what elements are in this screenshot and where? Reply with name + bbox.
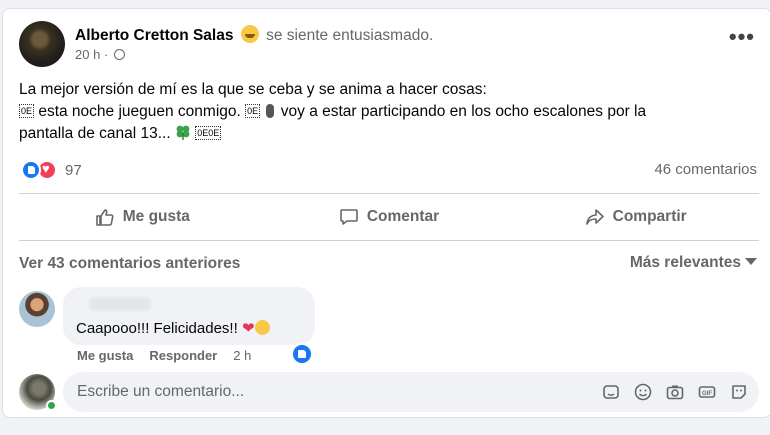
camera-icon[interactable]	[665, 382, 685, 402]
caret-down-icon	[745, 258, 757, 265]
post-text-line-2: 0E esta noche jueguen conmigo. 0E voy a …	[19, 103, 647, 120]
avatar-sticker-icon[interactable]	[729, 382, 749, 402]
post-body: La mejor versión de mí es la que se ceba…	[19, 79, 749, 145]
comment-composer[interactable]: Escribe un comentario... GIF	[63, 372, 759, 412]
sticker-icon[interactable]	[601, 382, 621, 402]
gif-icon[interactable]: GIF	[697, 382, 717, 402]
comment-time[interactable]: 2 h	[233, 348, 251, 363]
comment-actions: Me gusta Responder 2 h	[77, 348, 251, 363]
post-text-line-1: La mejor versión de mí es la que se ceba…	[19, 81, 487, 98]
comment-like-badge[interactable]	[291, 343, 313, 365]
reactions-summary[interactable]: 97	[21, 159, 82, 181]
post-header: Alberto Cretton Salas se siente entusias…	[19, 21, 755, 69]
comment-icon	[340, 209, 358, 225]
commenter-avatar[interactable]	[19, 291, 55, 327]
more-options-button[interactable]: •••	[729, 26, 755, 48]
sort-comments-dropdown[interactable]: Más relevantes	[630, 254, 757, 272]
comments-count[interactable]: 46 comentarios	[654, 161, 757, 178]
clover-icon	[176, 125, 190, 140]
feeling-emoji-icon	[240, 25, 259, 43]
feeling-text: se siente entusiasmado.	[266, 27, 434, 44]
like-button[interactable]: Me gusta	[19, 195, 266, 239]
share-icon	[585, 209, 604, 225]
post-time[interactable]: 20 h	[75, 47, 100, 62]
svg-text:GIF: GIF	[702, 391, 712, 397]
like-reaction-icon	[21, 160, 41, 180]
post-card: Alberto Cretton Salas se siente entusias…	[2, 8, 770, 418]
comment-text: Caapooo!!! Felicidades!! ❤	[76, 319, 270, 337]
like-icon	[95, 209, 114, 226]
author-name[interactable]: Alberto Cretton Salas	[75, 27, 233, 44]
comment-input-placeholder: Escribe un comentario...	[77, 383, 245, 400]
comment-bubble: Caapooo!!! Felicidades!! ❤	[63, 287, 315, 345]
author-line: Alberto Cretton Salas se siente entusias…	[75, 25, 433, 45]
post-meta: 20 h ·	[75, 47, 125, 62]
globe-icon	[113, 49, 125, 60]
comment-like-button[interactable]: Me gusta	[77, 348, 133, 363]
divider	[19, 240, 759, 241]
post-actions: Me gusta Comentar Compartir	[19, 195, 759, 239]
reactions-count: 97	[65, 161, 82, 179]
comment-button[interactable]: Comentar	[266, 195, 513, 239]
emoji-icon[interactable]	[633, 382, 653, 402]
post-text-line-3: pantalla de canal 13... 0E0E	[19, 125, 222, 142]
composer-icons: GIF	[601, 382, 749, 402]
commenter-name-blurred	[89, 297, 151, 311]
online-status-icon	[46, 400, 57, 411]
share-button[interactable]: Compartir	[512, 195, 759, 239]
divider	[19, 193, 759, 194]
unknown-glyph-icon: 0E	[245, 104, 261, 118]
microphone-icon	[266, 104, 275, 118]
author-avatar[interactable]	[19, 21, 65, 67]
unknown-glyph-icon: 0E0E	[195, 126, 222, 140]
smile-emoji-icon	[254, 320, 270, 335]
comment-reply-button[interactable]: Responder	[149, 348, 217, 363]
unknown-glyph-icon: 0E	[19, 104, 35, 118]
view-previous-comments-link[interactable]: Ver 43 comentarios anteriores	[19, 255, 240, 273]
heart-emoji-icon: ❤	[241, 320, 255, 337]
